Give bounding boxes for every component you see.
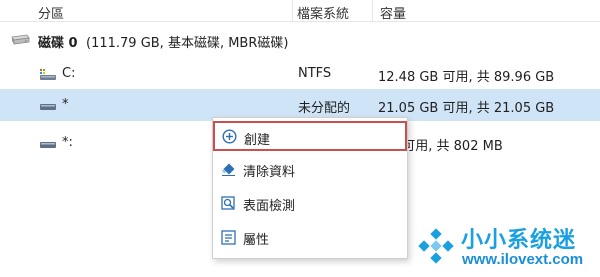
eraser-icon (221, 162, 236, 180)
menu-item-create[interactable]: 創建 (213, 121, 407, 151)
partition-filesystem: NTFS (298, 66, 332, 81)
watermark-title: 小小系统迷 (461, 228, 577, 253)
disk-row[interactable]: 磁碟 0 (111.79 GB, 基本磁碟, MBR磁碟) (0, 26, 600, 54)
partition-filesystem: 未分配的 (298, 101, 351, 116)
column-divider[interactable] (372, 0, 373, 22)
menu-item-label: 創建 (244, 133, 271, 148)
partition-label: * (62, 97, 69, 112)
menu-item-properties[interactable]: 屬性 (213, 224, 407, 252)
properties-icon (221, 230, 236, 248)
partition-capacity: 12.48 GB 可用, 共 89.96 GB (378, 70, 555, 85)
watermark-logo-icon (414, 226, 458, 273)
drive-icon (40, 138, 56, 152)
watermark-url: www.ilovext.com (462, 251, 584, 268)
column-header-filesystem[interactable]: 檔案系統 (297, 3, 349, 22)
drive-icon (40, 100, 56, 114)
magnifier-icon (221, 196, 236, 214)
column-header-partition[interactable]: 分區 (38, 3, 64, 22)
system-drive-icon (40, 69, 56, 84)
context-menu: 創建 清除資料 表面檢測 屬性 (212, 117, 408, 259)
menu-item-label: 屬性 (243, 233, 270, 248)
column-header-capacity[interactable]: 容量 (380, 3, 406, 22)
partition-capacity: 21.05 GB 可用, 共 21.05 GB (378, 101, 555, 116)
disk-name: 磁碟 0 (38, 36, 78, 51)
menu-item-wipe-data[interactable]: 清除資料 (213, 156, 407, 184)
partition-label: *: (62, 135, 73, 150)
partition-row[interactable]: C: NTFS 12.48 GB 可用, 共 89.96 GB (0, 58, 600, 90)
menu-item-surface-test[interactable]: 表面檢測 (213, 190, 407, 218)
hard-disk-icon (10, 34, 30, 49)
menu-item-label: 清除資料 (243, 165, 296, 180)
plus-circle-icon (222, 129, 237, 147)
column-divider[interactable] (292, 0, 293, 22)
menu-item-label: 表面檢測 (243, 199, 296, 214)
column-header: 分區 檔案系統 容量 (0, 0, 600, 22)
partition-label: C: (62, 66, 76, 81)
disk-details: (111.79 GB, 基本磁碟, MBR磁碟) (86, 36, 289, 51)
